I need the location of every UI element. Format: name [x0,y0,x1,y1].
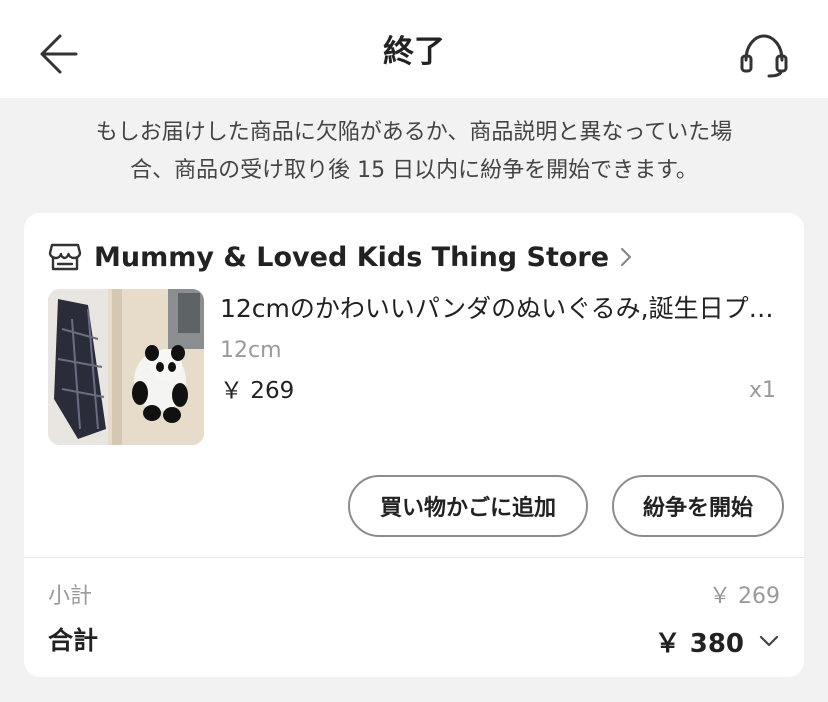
headset-icon [740,34,788,78]
product-variant: 12cm [220,338,282,363]
store-link[interactable]: Mummy & Loved Kids Thing Store [48,237,633,277]
product-quantity: x1 [748,378,776,403]
divider [24,557,804,558]
order-card: Mummy & Loved Kids Thing Store 12cmのかわいい… [24,213,804,677]
total-toggle[interactable]: ￥ 380 [655,623,780,659]
dispute-notice: もしお届けした商品に欠陥があるか、商品説明と異なっていた場 合、商品の受け取り後… [40,114,788,190]
customer-service-button[interactable] [736,30,792,78]
page-title: 終了 [383,34,445,70]
store-name: Mummy & Loved Kids Thing Store [94,241,610,273]
subtotal-value: ￥ 269 [709,584,780,609]
subtotal-label: 小計 [48,584,93,609]
open-dispute-button[interactable]: 紛争を開始 [612,475,784,537]
top-bar: 終了 [0,0,828,98]
chevron-down-icon [759,635,779,647]
notice-line-2: 合、商品の受け取り後 15 日以内に紛争を開始できます。 [130,158,698,183]
product-image[interactable] [48,289,204,445]
total-value: ￥ 380 [654,628,744,659]
product-title[interactable]: 12cmのかわいいパンダのぬいぐるみ,誕生日プレゼント [220,291,780,327]
product-price: ￥ 269 [220,378,295,404]
chevron-right-icon [620,247,632,267]
store-icon [48,243,82,271]
panda-plush-photo [48,289,204,445]
total-label: 合計 [48,626,99,655]
add-to-cart-button[interactable]: 買い物かごに追加 [348,475,588,537]
notice-line-1: もしお届けした商品に欠陥があるか、商品説明と異なっていた場 [95,120,733,145]
